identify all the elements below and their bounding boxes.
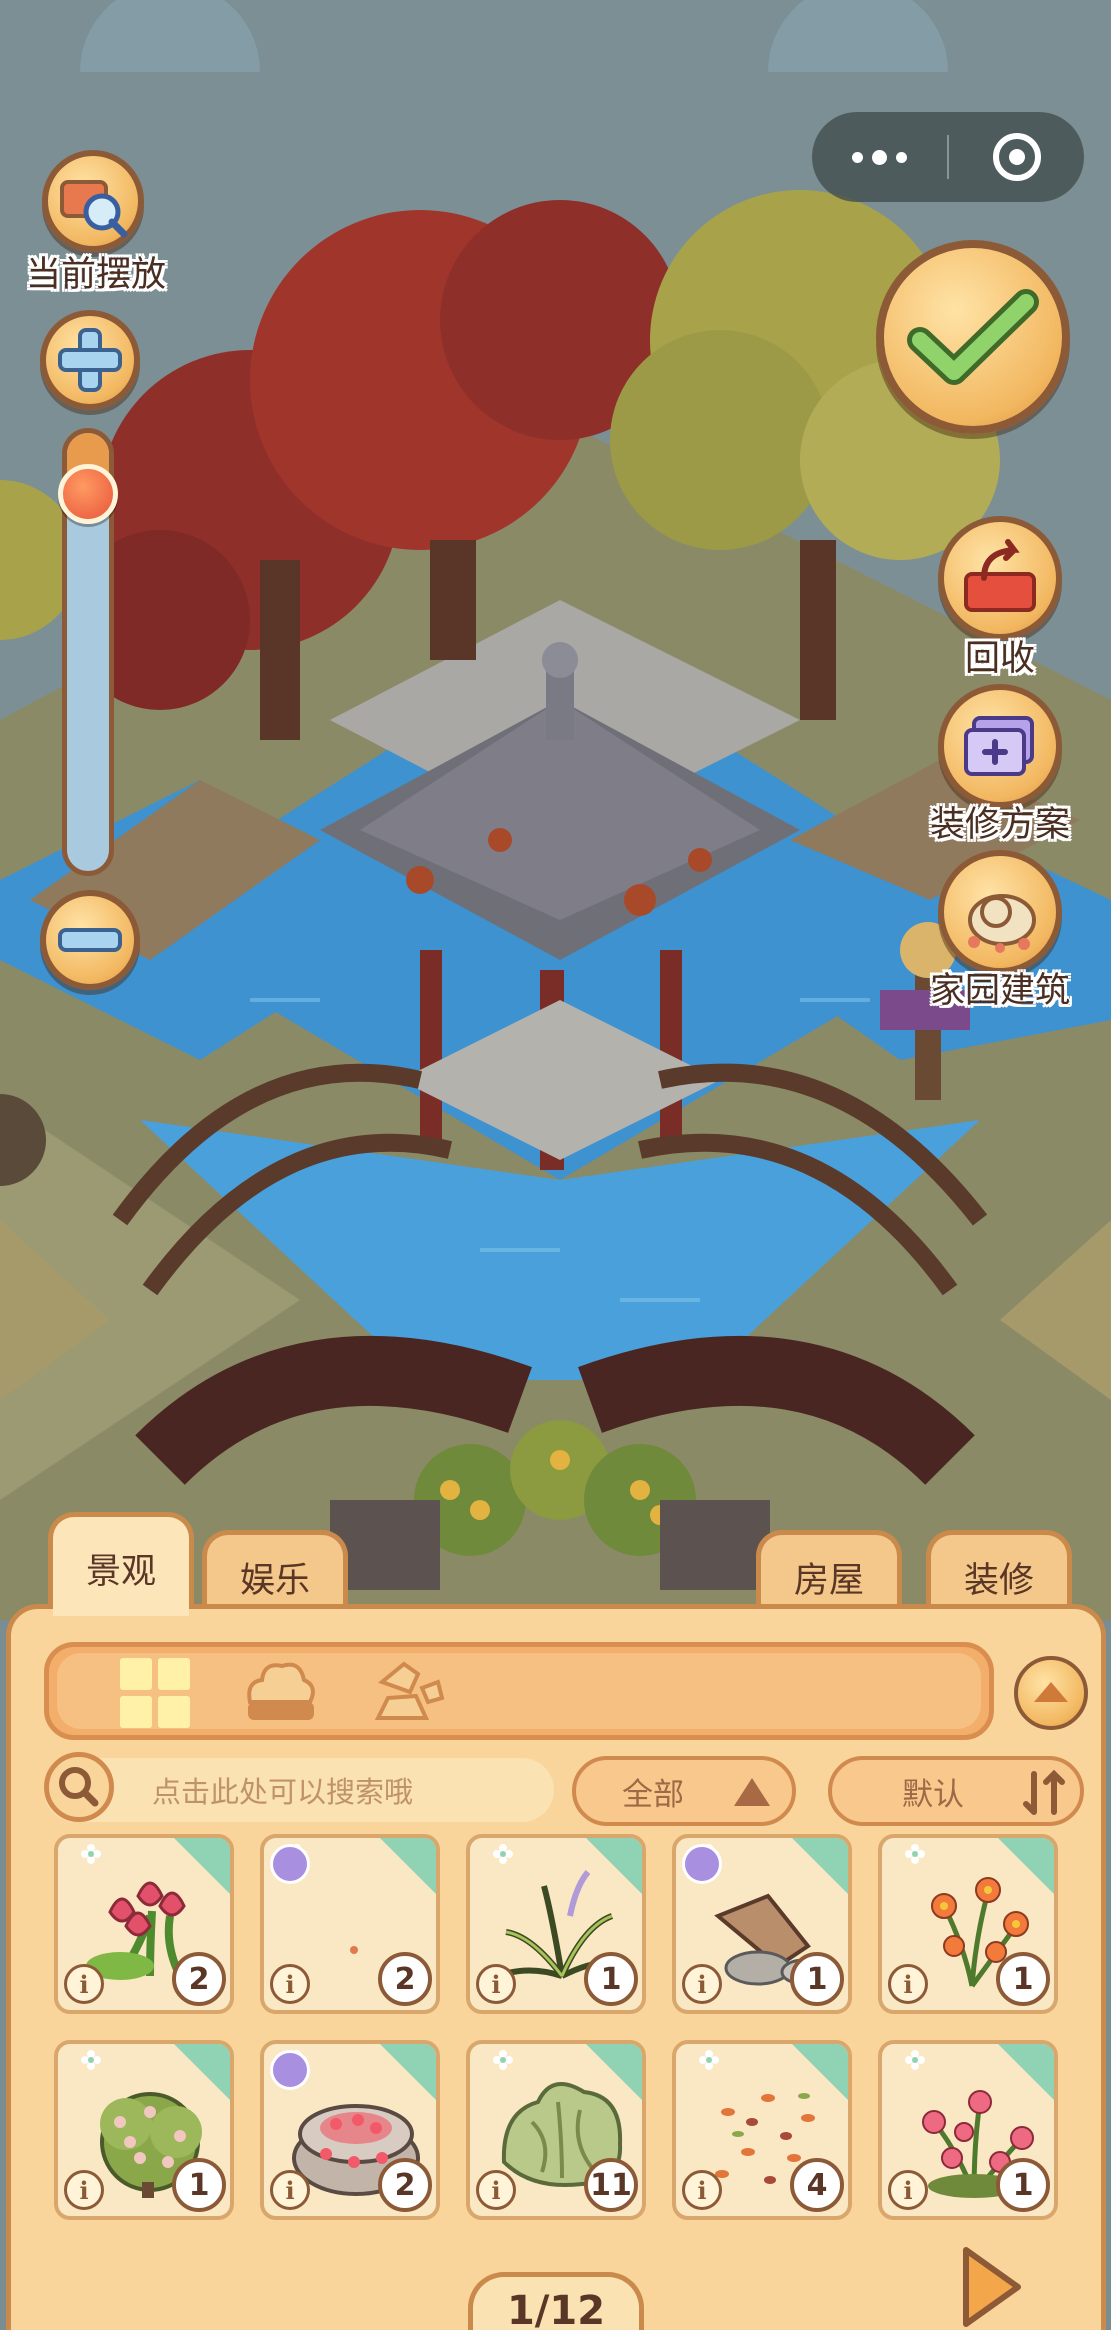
item-count: 2 — [378, 1952, 432, 2006]
info-icon[interactable]: i — [682, 2170, 722, 2210]
zoom-slider-knob[interactable] — [58, 463, 118, 524]
flower-icon — [81, 2050, 101, 2070]
confirm-button[interactable] — [876, 240, 1070, 434]
item-slot-red-tulips[interactable]: i2 — [54, 1834, 234, 2014]
item-count: 1 — [172, 2158, 226, 2212]
recycle-tray-icon — [964, 539, 1036, 612]
storage-badge-icon — [270, 1844, 310, 1884]
target-close-icon[interactable] — [949, 112, 1084, 202]
flower-icon — [699, 2050, 719, 2070]
plus-icon — [58, 328, 122, 392]
current-placed-button[interactable] — [42, 150, 144, 252]
tab-landscape-cover — [53, 1596, 189, 1616]
item-count: 1 — [996, 1952, 1050, 2006]
info-icon[interactable]: i — [64, 1964, 104, 2004]
magnify-blocks-icon — [60, 180, 128, 238]
zoom-out-button[interactable] — [40, 890, 140, 990]
item-slot-flowering-shrub[interactable]: i1 — [54, 2040, 234, 2220]
green-corner — [584, 1838, 642, 1896]
green-corner — [790, 1838, 848, 1896]
category-shrub-icon[interactable] — [240, 1652, 320, 1732]
item-slot-fallen-petals[interactable]: i4 — [672, 2040, 852, 2220]
item-slot-driftwood-rocks[interactable]: i1 — [672, 1834, 852, 2014]
blueprint-cards-icon — [964, 716, 1034, 776]
sort-label: 默认 — [902, 1776, 964, 1813]
flower-icon — [493, 1844, 513, 1864]
flower-icon — [81, 1844, 101, 1864]
decoration-plan-label: 装修方案 — [929, 805, 1070, 845]
next-page-button[interactable] — [956, 2244, 1026, 2330]
green-corner — [172, 1838, 230, 1896]
item-count: 2 — [172, 1952, 226, 2006]
recycle-label: 回收 — [964, 639, 1035, 679]
item-count: 11 — [584, 2158, 638, 2212]
home-building-button[interactable] — [938, 850, 1062, 974]
checkmark-icon — [907, 289, 1039, 385]
info-icon[interactable]: i — [682, 1964, 722, 2004]
sort-arrows-icon — [1023, 1769, 1065, 1815]
info-icon[interactable]: i — [270, 1964, 310, 2004]
green-corner — [378, 2044, 436, 2102]
minus-icon — [58, 928, 122, 952]
current-placed-label: 当前摆放 — [25, 255, 166, 295]
triangle-up-icon — [734, 1778, 770, 1806]
snail-house-icon — [968, 894, 1036, 953]
home-building-label: 家园建筑 — [929, 971, 1070, 1011]
search-input[interactable]: 点击此处可以搜索哦 — [44, 1758, 554, 1822]
item-slot-flower-planter[interactable]: i2 — [260, 2040, 440, 2220]
info-icon[interactable]: i — [476, 2170, 516, 2210]
info-icon[interactable]: i — [270, 2170, 310, 2210]
storage-badge-icon — [682, 1844, 722, 1884]
item-slot-wild-grass[interactable]: i1 — [466, 1834, 646, 2014]
item-count: 4 — [790, 2158, 844, 2212]
filter-dropdown[interactable]: 全部 — [572, 1756, 796, 1826]
flower-icon — [905, 1844, 925, 1864]
green-corner — [996, 2044, 1054, 2102]
tab-label: 装修 — [963, 1561, 1034, 1601]
zoom-in-button[interactable] — [40, 310, 140, 410]
miniprogram-capsule — [812, 112, 1084, 202]
flower-icon — [905, 2050, 925, 2070]
chevron-up-icon — [1034, 1682, 1068, 1702]
info-icon[interactable]: i — [476, 1964, 516, 2004]
green-corner — [584, 2044, 642, 2102]
category-rock-icon[interactable] — [368, 1652, 448, 1732]
item-count: 1 — [790, 1952, 844, 2006]
arrow-right-icon — [963, 2247, 1021, 2327]
flower-icon — [493, 2050, 513, 2070]
item-slot-green-bush[interactable]: i 11 — [466, 2040, 646, 2220]
green-corner — [378, 1838, 436, 1896]
item-slot-tiny-item[interactable]: i2 — [260, 1834, 440, 2014]
collapse-panel-button[interactable] — [1014, 1656, 1088, 1730]
tab-label: 娱乐 — [239, 1561, 310, 1601]
sort-dropdown[interactable]: 默认 — [828, 1756, 1084, 1826]
storage-badge-icon — [270, 2050, 310, 2090]
tab-label: 景观 — [85, 1552, 156, 1592]
item-count: 1 — [584, 1952, 638, 2006]
info-icon[interactable]: i — [888, 2170, 928, 2210]
info-icon[interactable]: i — [888, 1964, 928, 2004]
item-count: 1 — [996, 2158, 1050, 2212]
item-count: 2 — [378, 2158, 432, 2212]
green-corner — [996, 1838, 1054, 1896]
item-slot-pink-wildflowers[interactable]: i1 — [878, 2040, 1058, 2220]
decoration-plan-button[interactable] — [938, 684, 1062, 808]
more-dots-icon[interactable] — [812, 112, 947, 202]
item-slot-orange-wildflowers[interactable]: i1 — [878, 1834, 1058, 2014]
info-icon[interactable]: i — [64, 2170, 104, 2210]
search-icon[interactable] — [44, 1752, 114, 1822]
green-corner — [172, 2044, 230, 2102]
recycle-button[interactable] — [938, 516, 1062, 640]
filter-label: 全部 — [622, 1776, 684, 1813]
pagination-label: 1/12 — [468, 2272, 644, 2330]
tab-label: 房屋 — [793, 1561, 864, 1601]
green-corner — [790, 2044, 848, 2102]
category-grid-icon[interactable] — [118, 1656, 194, 1732]
